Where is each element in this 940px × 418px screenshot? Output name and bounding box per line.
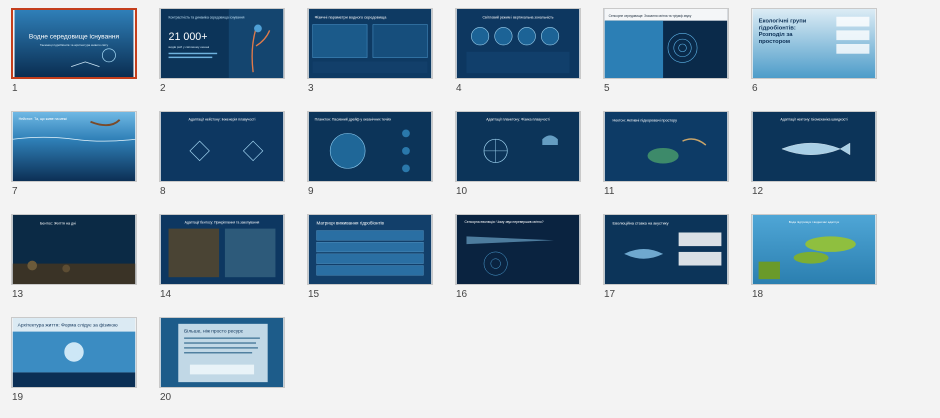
slide-number: 16 xyxy=(456,289,468,300)
slide-5[interactable]: Сенсорне середовище: Згасання світла та … xyxy=(603,8,743,108)
slide-thumbnail[interactable]: Адаптації планктону: Фізика плавучості xyxy=(455,111,581,182)
slide-4[interactable]: Світловий режим і вертикальна зональніст… xyxy=(455,8,595,108)
slide-19[interactable]: Архітектура життя: Форма слідує за фізик… xyxy=(11,317,151,417)
slide-title: Адаптації нейстону: Інженерія плавучості xyxy=(189,118,256,122)
slide-number: 7 xyxy=(12,186,18,197)
slide-number: 4 xyxy=(456,83,462,94)
slide-2[interactable]: Контрастність та динаміка середовища існ… xyxy=(159,8,299,108)
slide-1[interactable]: Водне середовище існування Таємниці гідр… xyxy=(11,8,151,108)
slide-title: Нейстон: Та, що живе на межі xyxy=(19,117,68,121)
slide-title: Адаптації планктону: Фізика плавучості xyxy=(486,118,550,122)
slide-8[interactable]: Адаптації нейстону: Інженерія плавучості… xyxy=(159,111,299,211)
slide-number: 1 xyxy=(12,83,18,94)
slide-title: Планктон: Пасивний дрейф у океанічних те… xyxy=(315,118,392,122)
slide-thumbnail[interactable]: Нейстон: Та, що живе на межі xyxy=(11,111,137,182)
slide-title: Фізичні параметри водного середовища xyxy=(315,15,388,20)
slide-title: Бентос: Життя на дні xyxy=(40,222,76,226)
slide-16[interactable]: Сенсорна еволюція: Чому звук перевершив … xyxy=(455,214,595,314)
slide-big-number: 21 000+ xyxy=(169,31,208,43)
slide-number: 18 xyxy=(752,289,764,300)
slide-number: 15 xyxy=(308,289,320,300)
slide-number: 13 xyxy=(12,289,24,300)
slide-thumbnail[interactable]: Планктон: Пасивний дрейф у океанічних те… xyxy=(307,111,433,182)
slide-number: 2 xyxy=(160,83,166,94)
slide-thumbnail[interactable]: Адаптації нектону: Біомеханіка швидкості xyxy=(751,111,877,182)
slide-sorter: Водне середовище існування Таємниці гідр… xyxy=(0,0,940,418)
slide-number: 10 xyxy=(456,186,468,197)
slide-number: 5 xyxy=(604,83,610,94)
slide-caption: видів риб у світовому океані xyxy=(169,45,210,49)
slide-title: Еволюційна ставка на акустику xyxy=(613,221,669,226)
slide-13[interactable]: Бентос: Життя на дні 13 xyxy=(11,214,151,314)
slide-6[interactable]: Екологічні групи гідробіонтів: Розподіл за… xyxy=(751,8,891,108)
slide-thumbnail[interactable]: Бентос: Життя на дні xyxy=(11,214,137,285)
slide-subtitle: Таємниці гідробіонтів та архітектура жив… xyxy=(40,43,109,47)
slide-title: Матриця виживання гідробіонтів xyxy=(317,221,385,226)
slide-title: Контрастність та динаміка середовища існ… xyxy=(169,16,245,20)
slide-18[interactable]: Вода підтримує і водночас адаптує 18 xyxy=(751,214,891,314)
slide-thumbnail[interactable]: Сенсорна еволюція: Чому звук перевершив … xyxy=(455,214,581,285)
slide-title: Світловий режим і вертикальна зональніст… xyxy=(482,16,553,20)
slide-14[interactable]: Адаптації бентосу: Прикріплення та закоп… xyxy=(159,214,299,314)
slide-number: 6 xyxy=(752,83,758,94)
slide-title: Архітектура життя: Форма слідує за фізик… xyxy=(18,323,118,329)
slide-title: Більше, ніж просто ресурс xyxy=(184,329,244,335)
slide-thumbnail[interactable]: Сенсорне середовище: Згасання світла та … xyxy=(603,8,729,79)
slide-title: Водне середовище існування xyxy=(29,32,120,40)
slide-number: 12 xyxy=(752,186,764,197)
slide-thumbnail[interactable]: Нектон: Активні підкорювачі простору xyxy=(603,111,729,182)
slide-title: Нектон: Активні підкорювачі простору xyxy=(613,119,678,123)
slide-thumbnail[interactable]: Екологічні групи гідробіонтів: Розподіл за… xyxy=(751,8,877,79)
slide-title: Адаптації бентосу: Прикріплення та закоп… xyxy=(185,221,260,225)
slide-thumbnail[interactable]: Більше, ніж просто ресурс xyxy=(159,317,285,388)
slide-7[interactable]: Нейстон: Та, що живе на межі 7 xyxy=(11,111,151,211)
slide-thumbnail[interactable]: Водне середовище існування Таємниці гідр… xyxy=(11,8,137,79)
slide-3[interactable]: Фізичні параметри водного середовища 3 xyxy=(307,8,447,108)
slide-number: 14 xyxy=(160,289,172,300)
slide-thumbnail[interactable]: Еволюційна ставка на акустику xyxy=(603,214,729,285)
slide-thumbnail[interactable]: Адаптації бентосу: Прикріплення та закоп… xyxy=(159,214,285,285)
slide-number: 9 xyxy=(308,186,314,197)
slide-15[interactable]: Матриця виживання гідробіонтів 15 xyxy=(307,214,447,314)
slide-number: 17 xyxy=(604,289,616,300)
slide-thumbnail[interactable]: Матриця виживання гідробіонтів xyxy=(307,214,433,285)
slide-title: Сенсорне середовище: Згасання світла та … xyxy=(609,14,692,18)
slide-20[interactable]: Більше, ніж просто ресурс 20 xyxy=(159,317,299,417)
slide-11[interactable]: Нектон: Активні підкорювачі простору 11 xyxy=(603,111,743,211)
slide-title: Вода підтримує і водночас адаптує xyxy=(789,220,840,224)
slide-number: 19 xyxy=(12,392,24,403)
slide-title: Адаптації нектону: Біомеханіка швидкості xyxy=(780,118,847,122)
slide-17[interactable]: Еволюційна ставка на акустику 17 xyxy=(603,214,743,314)
slide-thumbnail[interactable]: Вода підтримує і водночас адаптує xyxy=(751,214,877,285)
slide-number: 8 xyxy=(160,186,166,197)
slide-thumbnail[interactable]: Архітектура життя: Форма слідує за фізик… xyxy=(11,317,137,388)
slide-10[interactable]: Адаптації планктону: Фізика плавучості 1… xyxy=(455,111,595,211)
slide-9[interactable]: Планктон: Пасивний дрейф у океанічних те… xyxy=(307,111,447,211)
slide-thumbnail[interactable]: Фізичні параметри водного середовища xyxy=(307,8,433,79)
slide-12[interactable]: Адаптації нектону: Біомеханіка швидкості… xyxy=(751,111,891,211)
slide-thumbnail[interactable]: Світловий режим і вертикальна зональніст… xyxy=(455,8,581,79)
slide-number: 11 xyxy=(604,186,615,197)
slide-number: 20 xyxy=(160,392,172,403)
slide-thumbnail[interactable]: Адаптації нейстону: Інженерія плавучості xyxy=(159,111,285,182)
slide-number: 3 xyxy=(308,83,314,94)
slide-thumbnail[interactable]: Контрастність та динаміка середовища існ… xyxy=(159,8,285,79)
slide-title: Сенсорна еволюція: Чому звук перевершив … xyxy=(465,220,544,224)
